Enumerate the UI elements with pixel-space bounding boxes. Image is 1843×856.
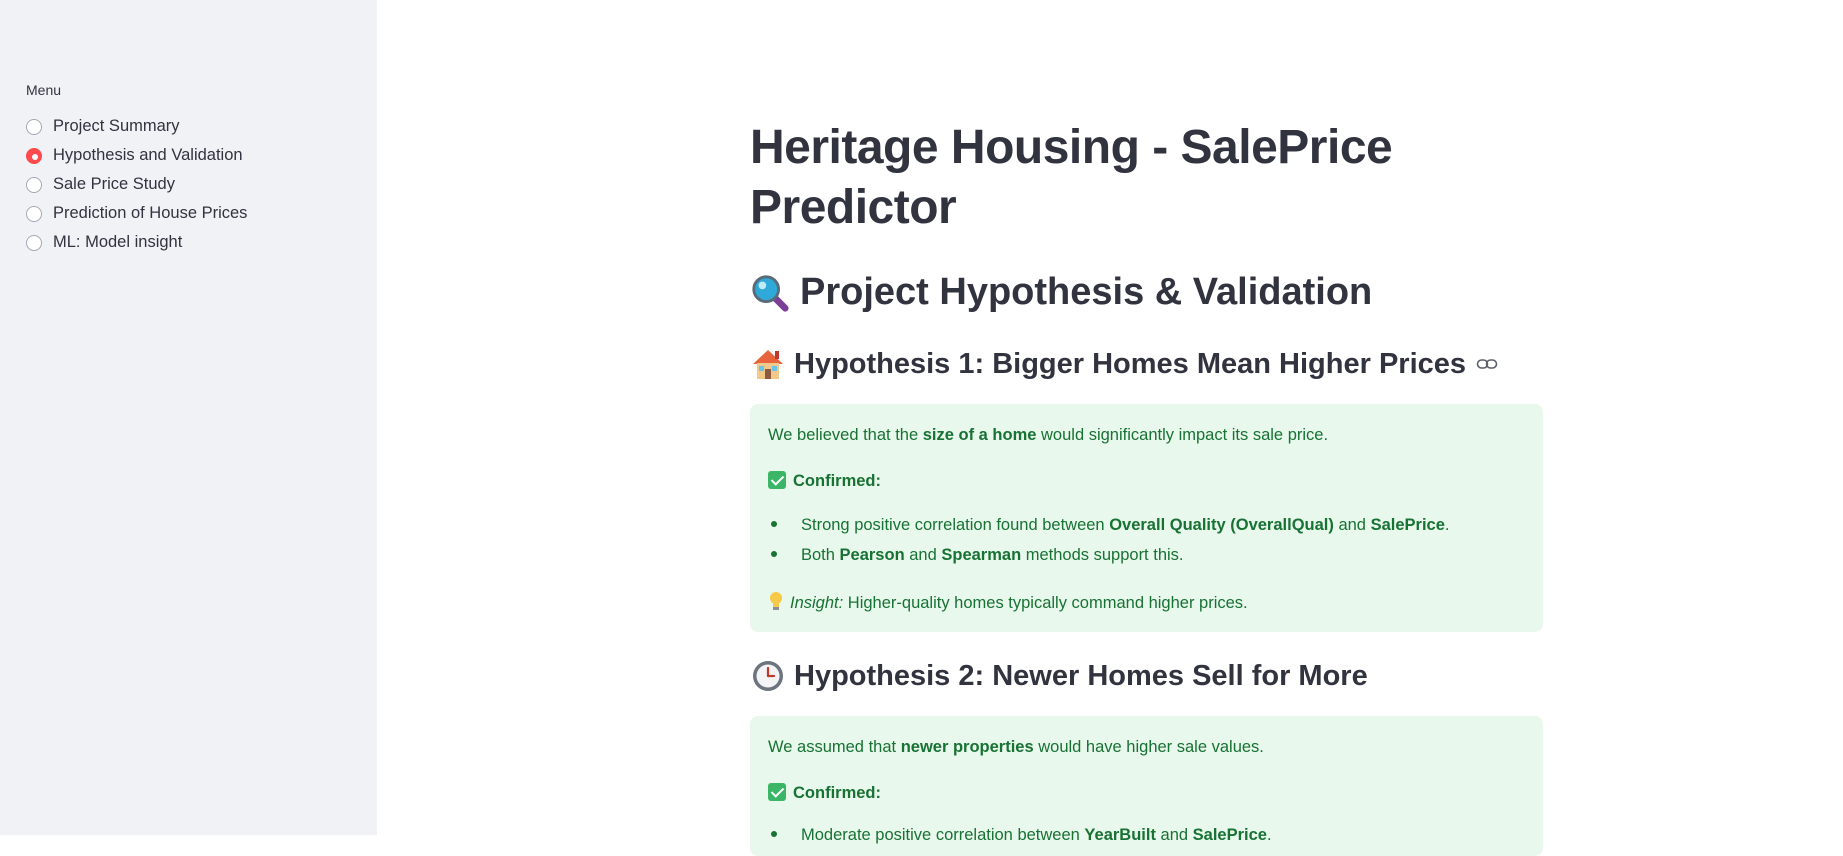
- radio-button[interactable]: [26, 176, 42, 193]
- clock-icon: [750, 658, 786, 694]
- list-item: Strong positive correlation found betwee…: [768, 516, 1449, 535]
- section-heading: Project Hypothesis & Validation: [750, 271, 1372, 314]
- hypothesis-2-callout: We assumed that newer properties would h…: [750, 716, 1543, 856]
- lightbulb-icon: [768, 591, 784, 616]
- list-item: Moderate positive correlation between Ye…: [768, 826, 1272, 845]
- menu-item-label: Prediction of House Prices: [53, 204, 248, 222]
- section-heading-text: Project Hypothesis & Validation: [800, 271, 1373, 313]
- menu-item-hypothesis-validation[interactable]: Hypothesis and Validation: [26, 141, 247, 170]
- menu-item-prediction[interactable]: Prediction of House Prices: [26, 199, 247, 228]
- menu-item-label: Hypothesis and Validation: [53, 146, 243, 164]
- hypothesis-2-heading-text: Hypothesis 2: Newer Homes Sell for More: [794, 659, 1368, 692]
- radio-button-selected[interactable]: [26, 147, 42, 164]
- link-icon[interactable]: [1476, 357, 1498, 371]
- radio-button[interactable]: [26, 234, 42, 251]
- checkmark-icon: [768, 783, 786, 801]
- list-item: Both Pearson and Spearman methods suppor…: [768, 546, 1184, 565]
- sidebar: Menu Project Summary Hypothesis and Vali…: [0, 0, 377, 835]
- hypothesis-1-intro: We believed that the size of a home woul…: [768, 426, 1329, 444]
- menu-item-model-insight[interactable]: ML: Model insight: [26, 228, 247, 257]
- menu-item-label: ML: Model insight: [53, 233, 183, 251]
- hypothesis-1-insight: Insight: Higher-quality homes typically …: [768, 591, 1248, 616]
- magnifier-icon: [750, 273, 790, 313]
- menu-item-label: Sale Price Study: [53, 175, 175, 193]
- page-title: Heritage Housing - SalePrice Predictor: [750, 121, 1393, 234]
- house-icon: [750, 346, 786, 382]
- menu-item-project-summary[interactable]: Project Summary: [26, 112, 247, 141]
- hypothesis-2-confirmed: Confirmed:: [768, 783, 881, 803]
- checkmark-icon: [768, 471, 786, 489]
- hypothesis-1-heading-text: Hypothesis 1: Bigger Homes Mean Higher P…: [794, 347, 1467, 380]
- menu-item-sale-price-study[interactable]: Sale Price Study: [26, 170, 247, 199]
- menu-radio-group: Project Summary Hypothesis and Validatio…: [26, 112, 247, 257]
- hypothesis-1-heading: Hypothesis 1: Bigger Homes Mean Higher P…: [750, 346, 1498, 382]
- menu-item-label: Project Summary: [53, 117, 180, 135]
- hypothesis-1-confirmed: Confirmed:: [768, 471, 881, 491]
- radio-button[interactable]: [26, 118, 42, 135]
- radio-button[interactable]: [26, 205, 42, 222]
- hypothesis-2-intro: We assumed that newer properties would h…: [768, 738, 1264, 756]
- menu-label: Menu: [26, 82, 62, 98]
- hypothesis-1-callout: We believed that the size of a home woul…: [750, 404, 1543, 632]
- bullet-icon: [771, 521, 777, 527]
- hypothesis-2-heading: Hypothesis 2: Newer Homes Sell for More: [750, 658, 1368, 694]
- bullet-icon: [771, 831, 777, 837]
- bullet-icon: [771, 551, 777, 557]
